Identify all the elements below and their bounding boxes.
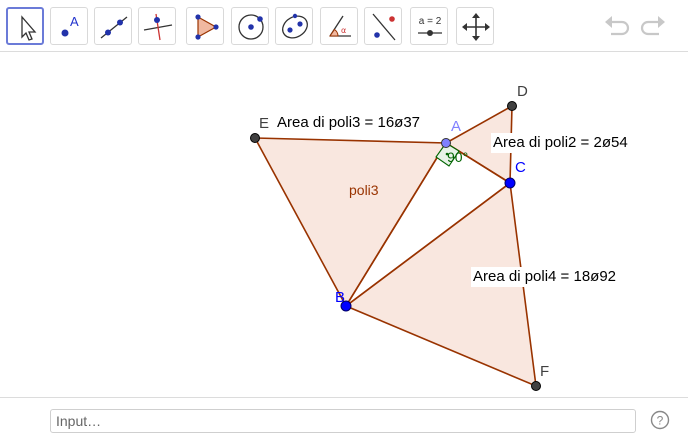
point-label-D: D	[517, 83, 528, 100]
undo-icon	[605, 16, 630, 36]
ellipse-tool[interactable]	[275, 7, 313, 45]
svg-text:A: A	[70, 14, 79, 29]
reflect-about-line-icon	[372, 13, 396, 41]
point-label-C: C	[515, 159, 526, 176]
toolbar: A α a = 2	[0, 0, 688, 52]
area-label-poli2[interactable]: Area di poli2 = 2ø54	[491, 133, 630, 153]
svg-text:?: ?	[657, 414, 664, 428]
redo-icon	[640, 16, 665, 36]
ellipse-icon	[282, 13, 308, 39]
angle-tool[interactable]: α	[320, 7, 358, 45]
algebra-input-field[interactable]	[50, 409, 636, 433]
line-through-points-icon	[100, 16, 128, 39]
point-icon: A	[61, 14, 79, 37]
point-label-E: E	[259, 115, 270, 132]
point-F[interactable]	[531, 381, 541, 391]
move-graphics-view-tool[interactable]	[456, 7, 494, 45]
polygon-icon	[195, 14, 219, 40]
point-label-F: F	[540, 363, 550, 380]
angle-value-label: 90°	[447, 149, 469, 165]
circle-center-point-tool[interactable]	[231, 7, 269, 45]
cursor-arrow-icon	[21, 15, 37, 41]
area-label-poli4[interactable]: Area di poli4 = 18ø92	[471, 267, 619, 287]
graphics-view[interactable]: A B C D E F poli3 90° Area di poli3 = 16…	[0, 53, 688, 396]
angle-icon: α	[329, 15, 351, 37]
polygon-tool[interactable]	[186, 7, 224, 45]
circle-icon	[238, 14, 264, 40]
redo-button[interactable]	[638, 12, 668, 40]
undo-button[interactable]	[602, 12, 632, 40]
input-help-button[interactable]: ?	[650, 410, 670, 430]
point-label-B: B	[335, 289, 346, 306]
point-label-A: A	[451, 118, 462, 135]
point-tool[interactable]: A	[50, 7, 88, 45]
perpendicular-line-tool[interactable]	[138, 7, 176, 45]
svg-text:α: α	[341, 26, 346, 35]
input-bar: ?	[0, 397, 688, 443]
point-D[interactable]	[507, 101, 517, 111]
polygon-name-poli3: poli3	[349, 182, 379, 198]
point-A[interactable]	[441, 138, 451, 148]
help-icon: ?	[650, 410, 670, 430]
move-tool[interactable]	[6, 7, 44, 45]
slider-tool[interactable]: a = 2	[410, 7, 448, 45]
point-E[interactable]	[250, 133, 260, 143]
point-C[interactable]	[504, 177, 516, 189]
perpendicular-line-icon	[143, 13, 173, 41]
svg-text:a = 2: a = 2	[419, 16, 442, 27]
line-tool[interactable]	[94, 7, 132, 45]
geometry-drawing	[250, 101, 541, 391]
pan-arrows-icon	[462, 13, 490, 41]
reflect-tool[interactable]	[364, 7, 402, 45]
area-label-poli3[interactable]: Area di poli3 = 16ø37	[275, 113, 423, 133]
slider-icon: a = 2	[418, 16, 442, 36]
